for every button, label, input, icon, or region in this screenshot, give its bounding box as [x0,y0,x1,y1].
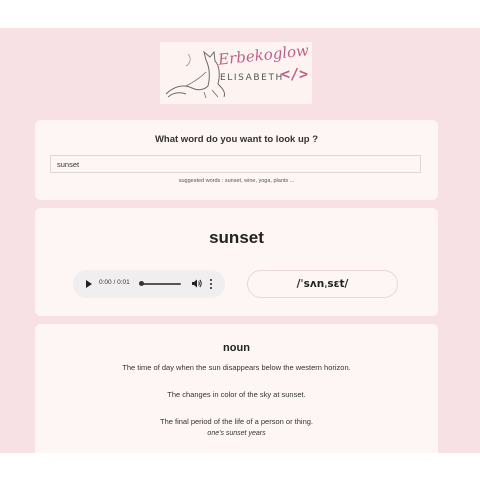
definition-1: The time of day when the sun disappears … [122,363,351,372]
meaning-card: noun The time of day when the sun disapp… [35,324,438,453]
audio-time: 0:00 / 0:01 [99,279,130,286]
site-logo[interactable]: Erbekoglow ELISABETH </> [160,42,312,104]
part-of-speech: noun [223,342,250,354]
search-question: What word do you want to look up ? [154,134,319,145]
suggested-words: suggested words : sunset, wine, yoga, pl… [178,178,295,184]
page-background: Erbekoglow ELISABETH </> What word do yo… [0,28,480,453]
volume-icon[interactable] [191,278,202,289]
definition-2: The changes in color of the sky at sunse… [167,390,306,399]
word-card: sunset 0:00 / 0:01 /ˈsʌnˌsɛt/ [35,208,438,316]
definition-3-example: one's sunset years [207,430,266,437]
definition-3: The final period of the life of a person… [159,417,313,426]
logo-code-brackets: </> [281,65,309,83]
logo-name-text: ELISABETH [220,73,284,83]
audio-progress-bar[interactable] [139,281,181,286]
search-input[interactable] [50,155,421,173]
audio-progress-thumb[interactable] [139,281,144,286]
search-card: What word do you want to look up ? sugge… [35,120,438,200]
phonetic-badge: /ˈsʌnˌsɛt/ [247,270,398,298]
word-title: sunset [209,228,264,247]
more-options-icon[interactable] [208,278,214,290]
play-icon[interactable] [86,280,92,288]
audio-player[interactable]: 0:00 / 0:01 [73,270,225,298]
